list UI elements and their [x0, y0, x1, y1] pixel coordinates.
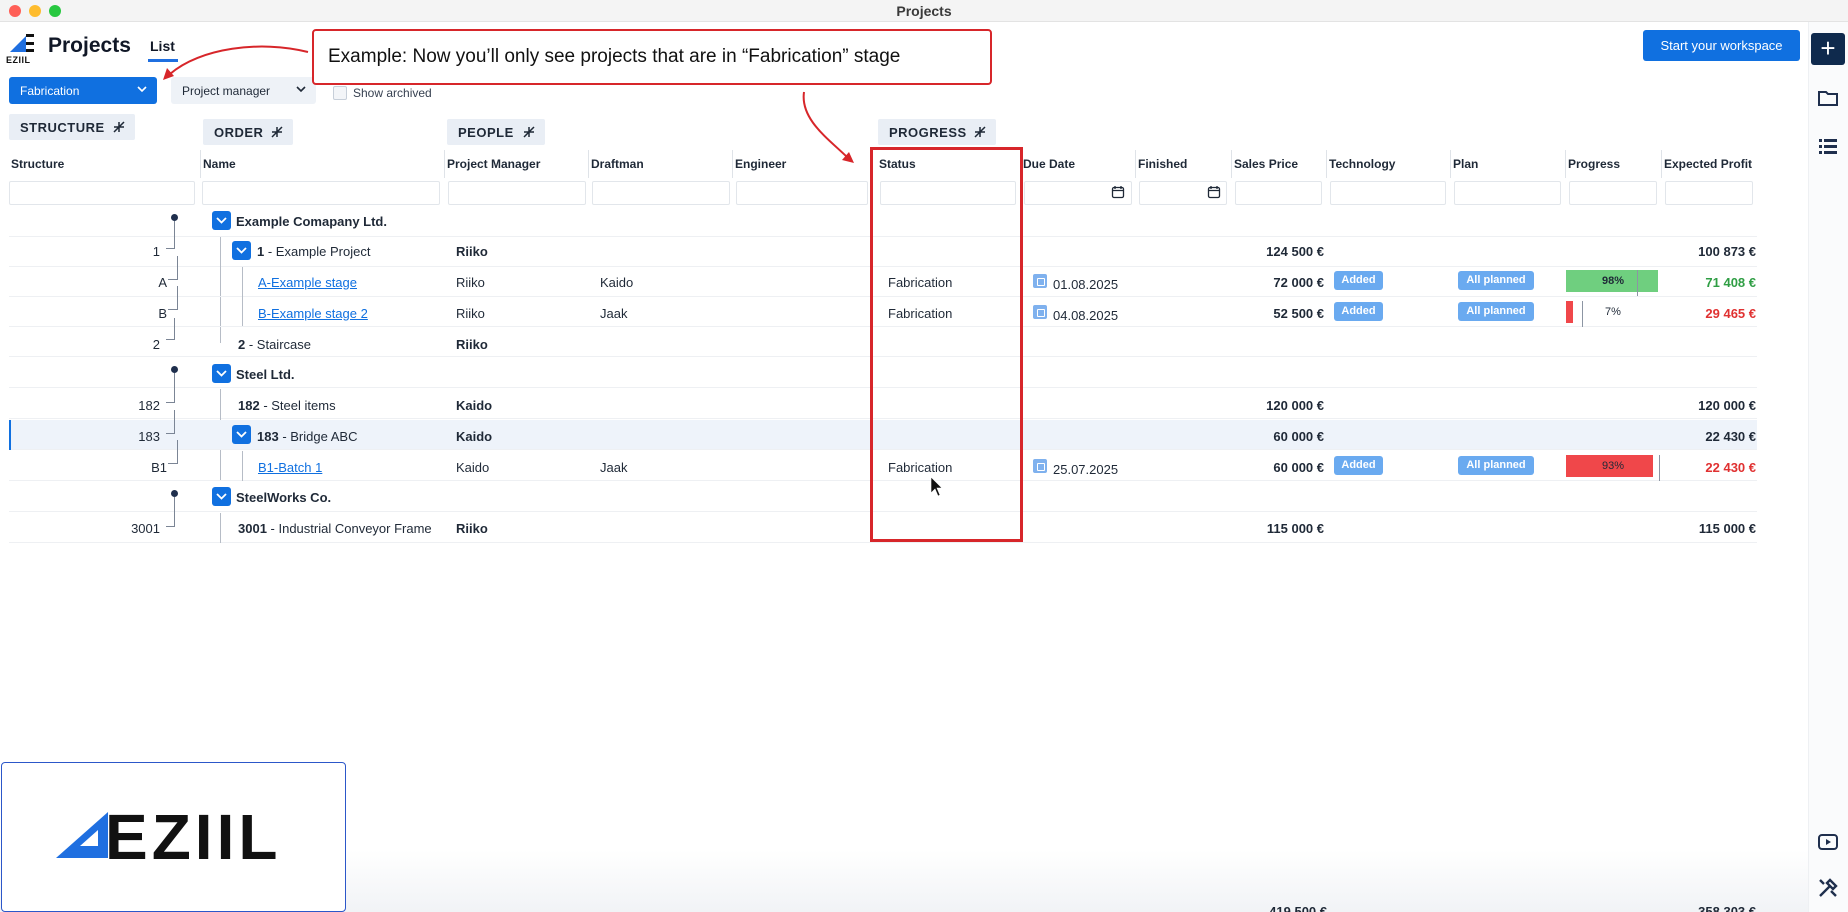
eziil-logo-mark-icon — [56, 812, 108, 858]
annotation-callout: Example: Now you’ll only see projects th… — [312, 29, 992, 85]
total-sales-price: 419 500 € — [1269, 904, 1327, 912]
brand-logo-text: EZIIL — [105, 801, 282, 873]
total-expected-profit: 358 303 € — [1698, 904, 1756, 912]
